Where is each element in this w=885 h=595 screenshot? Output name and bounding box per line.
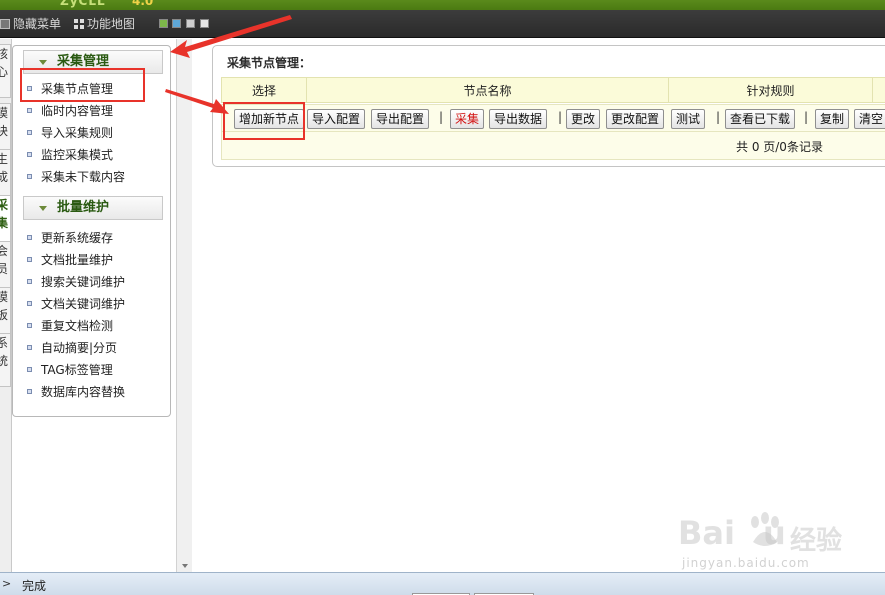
bullet-icon: [27, 323, 32, 328]
status-arrow-icon: >: [2, 577, 12, 590]
status-text: 完成: [22, 579, 47, 593]
bullet-icon: [27, 174, 32, 179]
sidebar-item-monitor-mode[interactable]: 监控采集模式: [27, 145, 113, 165]
status-bar: > 完成: [0, 572, 885, 595]
test-button[interactable]: 测试: [671, 109, 706, 129]
pager-row: 共 0 页/0条记录: [221, 132, 885, 160]
chevron-down-icon: [39, 206, 47, 211]
column-header-extra: [872, 77, 885, 103]
column-header-select: 选择: [221, 77, 307, 103]
toolbar-row: 增加新节点 导入配置 导出配置 | 采集 导出数据 | 更改 更改配置 测试 |…: [221, 104, 885, 132]
highlight-box-sidebar: [20, 68, 145, 102]
main-panel: 采集节点管理： 选择 节点名称 针对规则 增加新节点 导入配置 导出配置 | 采…: [212, 45, 885, 167]
logo-version: 4.0: [132, 0, 154, 8]
hide-menu-button[interactable]: 隐藏菜单: [0, 16, 61, 32]
export-data-button[interactable]: 导出数据: [489, 109, 548, 129]
scroll-down-icon[interactable]: [182, 564, 188, 568]
sidebar-item-undownloaded[interactable]: 采集未下载内容: [27, 167, 125, 187]
bullet-icon: [27, 108, 32, 113]
skin-swatch-4[interactable]: [200, 19, 209, 28]
sidebar-item-temp-content[interactable]: 临时内容管理: [27, 101, 113, 121]
modify-config-button[interactable]: 更改配置: [606, 109, 665, 129]
sidebar-item-import-rule[interactable]: 导入采集规则: [27, 123, 113, 143]
section-header-batch[interactable]: 批量维护: [23, 196, 163, 220]
bullet-icon: [27, 345, 32, 350]
pagination-info: 共 0 页/0条记录: [736, 140, 823, 154]
bullet-icon: [27, 389, 32, 394]
column-header-rule: 针对规则: [668, 77, 873, 103]
module-tabs: 核心 模块 生成 采集 会员 模板 系统: [0, 39, 12, 572]
sidebar-item-update-cache[interactable]: 更新系统缓存: [27, 228, 113, 248]
sidebar-item-search-keyword[interactable]: 搜索关键词维护: [27, 272, 125, 292]
skin-swatch-2[interactable]: [172, 19, 181, 28]
bullet-icon: [27, 367, 32, 372]
separator: |: [716, 110, 721, 124]
grid-icon: [74, 19, 84, 29]
tab-system[interactable]: 系统: [0, 333, 11, 387]
sidebar-item-db-replace[interactable]: 数据库内容替换: [27, 382, 125, 402]
bullet-icon: [27, 279, 32, 284]
sidebar-item-duplicate-check[interactable]: 重复文档检测: [27, 316, 113, 336]
modify-button[interactable]: 更改: [566, 109, 601, 129]
skin-swatch-1[interactable]: [159, 19, 168, 28]
view-downloaded-button[interactable]: 查看已下载: [725, 109, 796, 129]
sidebar-item-doc-batch[interactable]: 文档批量维护: [27, 250, 113, 270]
tab-core[interactable]: 核心: [0, 44, 11, 98]
chevron-down-icon: [39, 60, 47, 65]
watermark-text: 经验: [790, 526, 843, 556]
collect-button[interactable]: 采集: [450, 109, 485, 129]
skin-swatch-3[interactable]: [186, 19, 195, 28]
bullet-icon: [27, 235, 32, 240]
separator: |: [439, 110, 444, 124]
watermark-url: jingyan.baidu.com: [682, 556, 810, 570]
separator: |: [804, 110, 809, 124]
bullet-icon: [27, 130, 32, 135]
separator: |: [558, 110, 563, 124]
clear-button[interactable]: 清空: [854, 109, 885, 129]
highlight-box-add-node: [223, 102, 305, 140]
bullet-icon: [27, 257, 32, 262]
sidebar-item-auto-summary[interactable]: 自动摘要|分页: [27, 338, 117, 358]
menu-bar: 隐藏菜单 功能地图: [0, 10, 885, 38]
export-config-button[interactable]: 导出配置: [371, 109, 430, 129]
sidebar-scrollbar[interactable]: [176, 39, 192, 572]
copy-button[interactable]: 复制: [815, 109, 850, 129]
sidebar-item-tag-manage[interactable]: TAG标签管理: [27, 360, 113, 380]
column-header-node-name: 节点名称: [306, 77, 669, 103]
app-header: ZyCLL 4.0: [0, 0, 885, 10]
sidebar-item-doc-keyword[interactable]: 文档关键词维护: [27, 294, 125, 314]
function-map-button[interactable]: 功能地图: [74, 16, 135, 32]
import-config-button[interactable]: 导入配置: [307, 109, 366, 129]
window-icon: [0, 19, 10, 29]
page-title: 采集节点管理：: [227, 56, 312, 70]
paw-icon: [751, 512, 779, 546]
bullet-icon: [27, 152, 32, 157]
bullet-icon: [27, 301, 32, 306]
logo: ZyCLL: [60, 0, 106, 8]
